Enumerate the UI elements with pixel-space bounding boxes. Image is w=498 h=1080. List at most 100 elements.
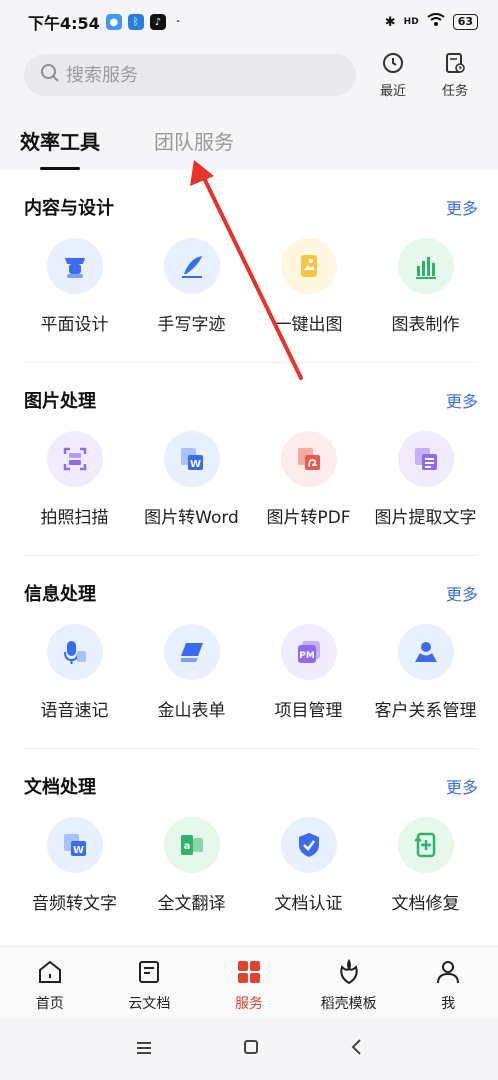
item-label: 图片提取文字: [374, 508, 477, 528]
translate-badge: a: [183, 841, 190, 852]
crm-item[interactable]: 客户关系管理: [367, 624, 484, 721]
bottom-nav: 首页 云文档 服务 稻壳模板 我: [0, 946, 498, 1018]
word-badge: W: [189, 459, 200, 470]
item-label: 语音速记: [40, 701, 109, 721]
image-to-pdf-icon: [280, 431, 337, 487]
microphone-icon: [46, 624, 103, 680]
image-to-word-item[interactable]: W 图片转Word: [133, 431, 250, 528]
menu-icon[interactable]: [135, 1040, 153, 1059]
item-label: 一键出图: [274, 315, 343, 335]
nav-cloud-docs[interactable]: 云文档: [100, 947, 200, 1018]
full-translation-item[interactable]: a 全文翻译: [133, 817, 250, 914]
user-icon: [435, 959, 461, 993]
item-label: 音频转文字: [32, 894, 117, 914]
photo-scan-item[interactable]: 拍照扫描: [16, 431, 133, 528]
bluetooth-icon: ✱: [384, 14, 396, 30]
form-icon: [163, 624, 220, 680]
tasks-button[interactable]: 任务: [430, 52, 480, 99]
nav-templates[interactable]: 稻壳模板: [299, 947, 399, 1018]
kingsoft-form-item[interactable]: 金山表单: [133, 624, 250, 721]
nav-label: 我: [441, 996, 456, 1012]
one-click-image-item[interactable]: 一键出图: [250, 238, 367, 335]
nav-me[interactable]: 我: [398, 947, 498, 1018]
tab-efficiency-tools[interactable]: 效率工具: [20, 106, 100, 170]
search-icon: [40, 63, 60, 87]
pm-badge: PM: [299, 651, 315, 661]
project-management-item[interactable]: PM 项目管理: [250, 624, 367, 721]
audio-to-text-item[interactable]: W 音频转文字: [16, 817, 133, 914]
search-input[interactable]: [66, 64, 326, 86]
home-icon: [37, 959, 63, 993]
image-to-pdf-item[interactable]: 图片转PDF: [250, 431, 367, 528]
repair-icon: [397, 817, 454, 873]
item-label: 拍照扫描: [40, 508, 109, 528]
battery-indicator: 63: [452, 14, 478, 30]
graphic-design-icon: [46, 238, 103, 294]
tiktok-icon: ♪: [149, 14, 166, 30]
item-label: 文档认证: [274, 894, 343, 914]
pen-icon: [163, 238, 220, 294]
project-management-icon: PM: [280, 624, 337, 680]
item-label: 客户关系管理: [374, 701, 477, 721]
word-badge: W: [72, 845, 83, 856]
item-label: 金山表单: [157, 701, 226, 721]
search-box[interactable]: [24, 54, 356, 96]
item-label: 项目管理: [274, 701, 343, 721]
chart-making-item[interactable]: 图表制作: [367, 238, 484, 335]
section-title: 内容与设计: [24, 198, 114, 219]
document-repair-item[interactable]: 文档修复: [367, 817, 484, 914]
status-bar: 下午4:54 ● ᛒ ♪ · ✱ HD 63: [0, 0, 498, 44]
recent-button[interactable]: 最近: [368, 52, 418, 99]
section-title: 信息处理: [24, 584, 96, 605]
network-label: HD: [403, 17, 419, 27]
translate-icon: a: [163, 817, 220, 873]
more-link[interactable]: 更多: [446, 388, 478, 412]
home-square-icon[interactable]: [242, 1038, 260, 1060]
scan-icon: [46, 431, 103, 487]
section-title: 图片处理: [24, 391, 96, 412]
clock-icon: [382, 52, 404, 80]
more-link[interactable]: 更多: [446, 774, 478, 798]
document-icon: [136, 959, 162, 993]
system-nav-bar: [0, 1018, 498, 1080]
item-label: 平面设计: [40, 315, 109, 335]
audio-to-text-icon: W: [46, 817, 103, 873]
text-extract-icon: [397, 431, 454, 487]
item-label: 图片转Word: [144, 508, 239, 528]
section-document-processing: 文档处理 更多 W 音频转文字 a 全文翻译 文档认证 文档修复: [0, 749, 498, 942]
nav-label: 稻壳模板: [320, 996, 377, 1012]
back-icon[interactable]: [349, 1038, 363, 1060]
bluetooth-app-icon: ᛒ: [127, 14, 144, 30]
image-text-extract-item[interactable]: 图片提取文字: [367, 431, 484, 528]
item-label: 全文翻译: [157, 894, 226, 914]
graphic-design-item[interactable]: 平面设计: [16, 238, 133, 335]
nav-label: 服务: [234, 996, 263, 1012]
services-content: 内容与设计 更多 平面设计 手写字迹 一键出图 图表制作 图片处理 更多 拍照扫…: [0, 170, 498, 946]
section-info-processing: 信息处理 更多 语音速记 金山表单 PM 项目管理 客户关系管理: [0, 556, 498, 749]
tab-bar: 效率工具 团队服务: [0, 106, 498, 170]
wifi-icon: [427, 13, 445, 31]
shield-check-icon: [280, 817, 337, 873]
document-certification-item[interactable]: 文档认证: [250, 817, 367, 914]
image-to-word-icon: W: [163, 431, 220, 487]
nav-label: 云文档: [128, 996, 171, 1012]
item-label: 手写字迹: [157, 315, 226, 335]
image-generate-icon: [280, 238, 337, 294]
nav-home[interactable]: 首页: [0, 947, 100, 1018]
section-title: 文档处理: [24, 777, 96, 798]
tasks-label: 任务: [441, 83, 468, 99]
handwriting-item[interactable]: 手写字迹: [133, 238, 250, 335]
bar-chart-icon: [397, 238, 454, 294]
task-icon: [444, 52, 466, 80]
nav-services[interactable]: 服务: [199, 947, 299, 1018]
status-time: 下午4:54: [28, 14, 100, 33]
recent-label: 最近: [379, 83, 406, 99]
item-label: 图表制作: [391, 315, 460, 335]
voice-memo-item[interactable]: 语音速记: [16, 624, 133, 721]
more-link[interactable]: 更多: [446, 581, 478, 605]
chat-app-icon: ●: [105, 14, 122, 30]
tab-team-services[interactable]: 团队服务: [154, 106, 234, 170]
section-image-processing: 图片处理 更多 拍照扫描 W 图片转Word 图片转PDF 图片提取文字: [0, 363, 498, 556]
more-link[interactable]: 更多: [446, 195, 478, 219]
search-row: 最近 任务: [0, 44, 498, 106]
